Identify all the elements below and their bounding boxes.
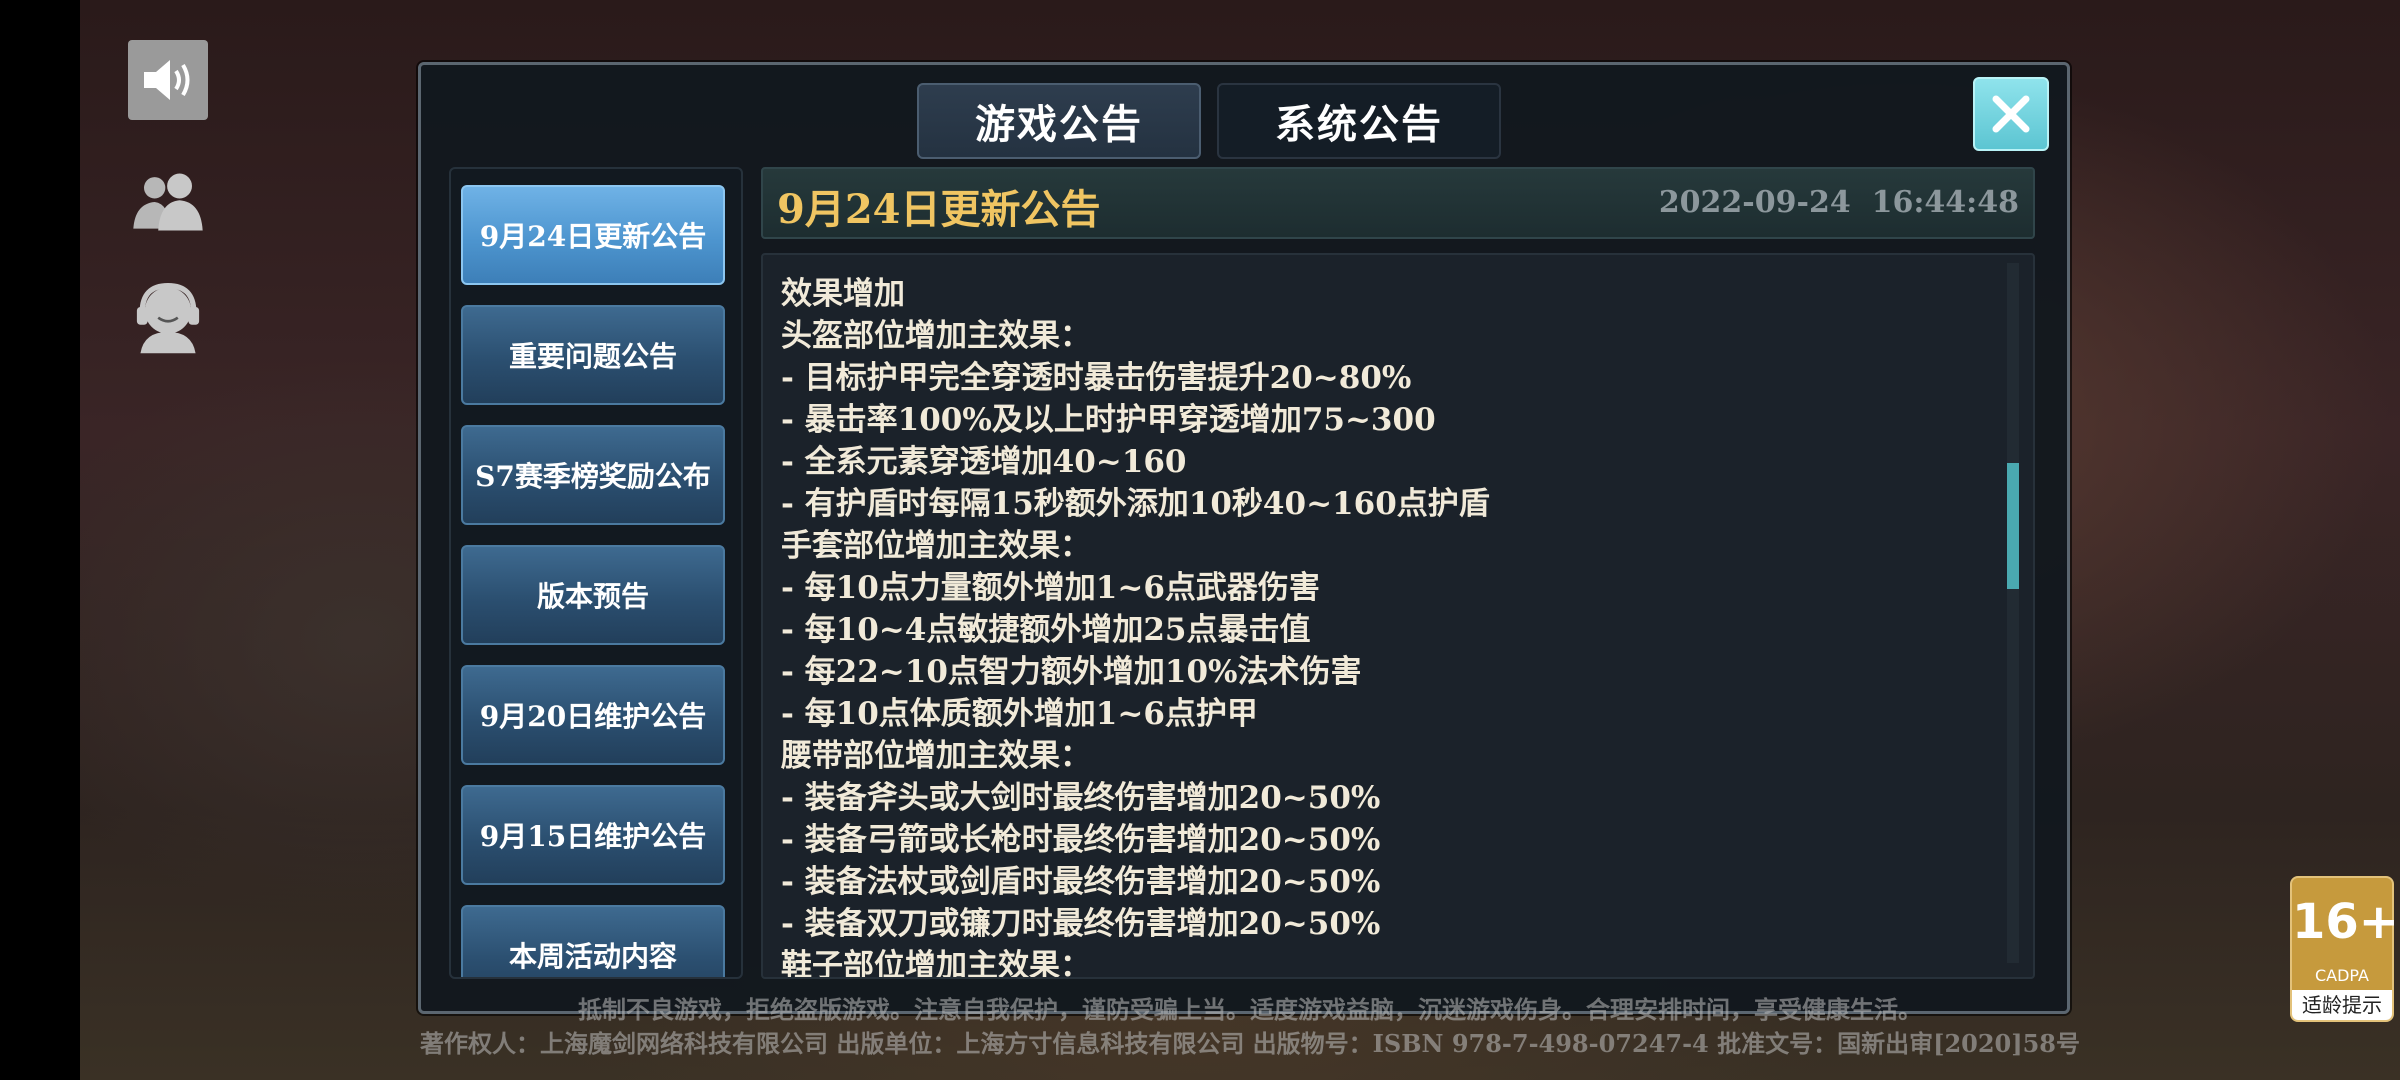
list-item-0924-update[interactable]: 9月24日更新公告 <box>461 185 725 285</box>
health-notice: 抵制不良游戏，拒绝盗版游戏。注意自我保护，谨防受骗上当。适度游戏益脑，沉迷游戏伤… <box>578 995 1922 1024</box>
age-rating-tip: 适龄提示 <box>2292 990 2392 1020</box>
screen-edge <box>0 0 80 1080</box>
article-line: - 装备双刀或镰刀时最终伤害增加20~50% <box>781 906 1381 942</box>
list-item-0920-maintenance[interactable]: 9月20日维护公告 <box>461 665 725 765</box>
age-rating-value: 16+ <box>2292 894 2400 950</box>
article-text: 效果增加 头盔部位增加主效果： - 目标护甲完全穿透时暴击伤害提升20~80% … <box>781 273 1981 979</box>
article-line: 效果增加 <box>781 276 905 312</box>
article-line: 鞋子部位增加主效果： <box>781 948 1091 979</box>
list-item-weekly-events[interactable]: 本周活动内容 <box>461 905 725 977</box>
close-icon <box>1992 95 2030 133</box>
game-background: 游戏公告 系统公告 9月24日更新公告 重要问题公告 S7赛季榜奖励公布 版本预… <box>0 0 2400 1080</box>
article-line: 手套部位增加主效果： <box>781 528 1091 564</box>
close-button[interactable] <box>1973 77 2049 151</box>
article-line: - 每10点体质额外增加1~6点护甲 <box>781 696 1258 732</box>
article-line: - 有护盾时每隔15秒额外添加10秒40~160点护盾 <box>781 486 1490 522</box>
list-item-0915-maintenance[interactable]: 9月15日维护公告 <box>461 785 725 885</box>
article-line: 腰带部位增加主效果： <box>781 738 1091 774</box>
article-title: 9月24日更新公告 <box>777 186 1101 233</box>
list-item-version-preview[interactable]: 版本预告 <box>461 545 725 645</box>
article-line: - 装备法杖或剑盾时最终伤害增加20~50% <box>781 864 1381 900</box>
announcement-panel: 游戏公告 系统公告 9月24日更新公告 重要问题公告 S7赛季榜奖励公布 版本预… <box>418 62 2070 1014</box>
list-item-important-issues[interactable]: 重要问题公告 <box>461 305 725 405</box>
article-datetime: 2022-09-24 16:44:48 <box>1658 185 2019 220</box>
customer-service-icon[interactable] <box>128 275 208 355</box>
article-line: - 每10点力量额外增加1~6点武器伤害 <box>781 570 1320 606</box>
article-line: - 装备斧头或大剑时最终伤害增加20~50% <box>781 780 1381 816</box>
announcement-list: 9月24日更新公告 重要问题公告 S7赛季榜奖励公布 版本预告 9月20日维护公… <box>449 167 743 979</box>
list-item-s7-rewards[interactable]: S7赛季榜奖励公布 <box>461 425 725 525</box>
scrollbar[interactable] <box>2007 263 2019 963</box>
article-line: - 每10~4点敏捷额外增加25点暴击值 <box>781 612 1311 648</box>
age-rating-org: CADPA <box>2314 966 2369 985</box>
age-rating-badge[interactable]: 16+ CADPA 适龄提示 <box>2290 876 2400 1022</box>
article-line: - 全系元素穿透增加40~160 <box>781 444 1187 480</box>
tab-game-announcements[interactable]: 游戏公告 <box>917 83 1201 159</box>
article-body[interactable]: 效果增加 头盔部位增加主效果： - 目标护甲完全穿透时暴击伤害提升20~80% … <box>761 253 2035 979</box>
article-line: 头盔部位增加主效果： <box>781 318 1091 354</box>
scrollbar-thumb[interactable] <box>2007 463 2019 589</box>
article-line: - 装备弓箭或长枪时最终伤害增加20~50% <box>781 822 1381 858</box>
friends-icon[interactable] <box>128 162 208 242</box>
article-line: - 暴击率100%及以上时护甲穿透增加75~300 <box>781 402 1436 438</box>
article-line: - 每22~10点智力额外增加10%法术伤害 <box>781 654 1362 690</box>
article-line: - 目标护甲完全穿透时暴击伤害提升20~80% <box>781 360 1412 396</box>
speaker-icon[interactable] <box>128 40 208 120</box>
article-header: 9月24日更新公告 2022-09-24 16:44:48 <box>761 167 2035 239</box>
publisher-info: 著作权人：上海魔剑网络科技有限公司 出版单位：上海方寸信息科技有限公司 出版物号… <box>419 1029 2081 1058</box>
tab-system-announcements[interactable]: 系统公告 <box>1217 83 1501 159</box>
